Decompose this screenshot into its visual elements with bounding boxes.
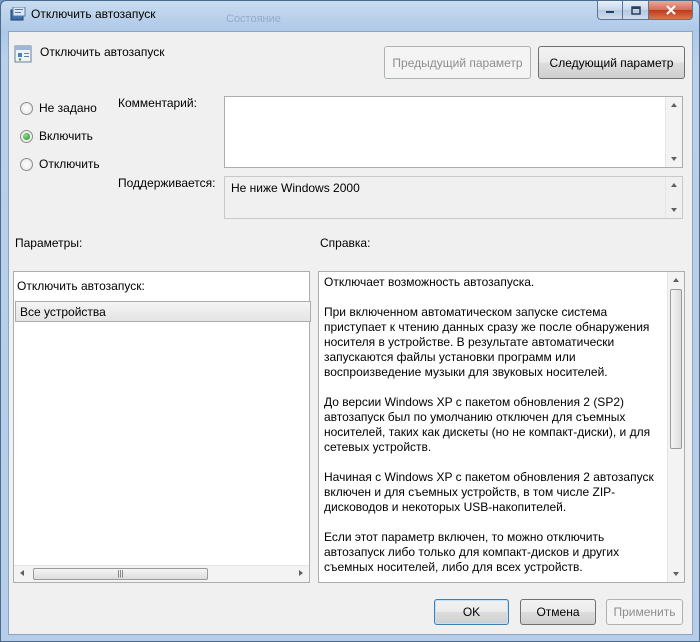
help-scrollbar[interactable] [667,272,684,582]
window-title: Отключить автозапуск [31,7,156,21]
radio-not-configured[interactable]: Не задано [20,101,97,115]
title-bar[interactable]: Отключить автозапуск Состояние [1,1,699,27]
parameters-horizontal-scrollbar[interactable]: ||| [14,565,309,582]
supported-scrollbar[interactable] [665,177,682,218]
ok-button[interactable]: OK [434,599,509,625]
help-paragraph: Отключает возможность автозапуска. [324,275,535,289]
minimize-icon [606,11,614,13]
previous-setting-button[interactable]: Предыдущий параметр [384,46,531,79]
supported-on-field: Не ниже Windows 2000 [224,176,683,219]
devices-dropdown[interactable]: Все устройства [15,301,311,322]
radio-button-checked[interactable] [20,129,33,143]
supported-label: Поддерживается: [118,176,216,190]
maximize-button[interactable] [623,1,649,20]
close-icon [665,5,676,15]
radio-button[interactable] [20,157,33,171]
policy-title: Отключить автозапуск [40,45,165,59]
scroll-down-arrow-icon[interactable] [671,208,677,212]
policy-dialog-window: Отключить автозапуск Состояние Отключить… [0,0,700,642]
next-setting-button[interactable]: Следующий параметр [538,46,685,79]
maximize-icon [630,5,641,15]
scroll-down-arrow-icon[interactable] [671,157,677,161]
scrollbar-thumb[interactable]: ||| [33,568,208,580]
radio-label: Отключить [39,157,100,171]
radio-label: Не задано [39,101,97,115]
scroll-left-arrow-icon[interactable] [20,570,24,576]
comment-label: Комментарий: [118,96,197,110]
scroll-down-arrow-icon[interactable] [673,572,679,576]
close-button[interactable] [649,1,693,20]
dialog-client-area: Отключить автозапуск Предыдущий параметр… [8,31,693,635]
scroll-up-arrow-icon[interactable] [673,278,679,282]
radio-button[interactable] [20,101,33,115]
help-paragraph: При включенном автоматическом запуске си… [324,305,650,379]
background-tab-text: Состояние [226,13,281,25]
supported-value: Не ниже Windows 2000 [231,181,360,195]
policy-window-icon [10,7,26,21]
help-section-label: Справка: [320,236,371,250]
help-paragraph: Если этот параметр включен, то можно отк… [324,530,620,574]
cancel-button[interactable]: Отмена [520,599,596,625]
help-panel: Отключает возможность автозапуска. При в… [318,271,685,583]
scroll-up-arrow-icon[interactable] [671,183,677,187]
parameters-section-label: Параметры: [15,236,83,250]
comment-textarea[interactable] [224,96,683,168]
radio-disabled[interactable]: Отключить [20,157,100,171]
help-text: Отключает возможность автозапуска. При в… [324,275,656,582]
minimize-button[interactable] [597,1,623,20]
help-paragraph: До версии Windows XP с пакетом обновлени… [324,395,651,454]
scrollbar-thumb[interactable] [670,289,682,449]
apply-button[interactable]: Применить [606,599,683,625]
comment-scrollbar[interactable] [665,97,682,167]
scroll-up-arrow-icon[interactable] [671,103,677,107]
policy-settings-icon [14,45,32,63]
parameter-option-label: Отключить автозапуск: [17,279,145,293]
radio-enabled[interactable]: Включить [20,129,93,143]
help-paragraph: Начиная с Windows XP с пакетом обновлени… [324,470,654,514]
scroll-right-arrow-icon[interactable] [299,570,303,576]
radio-label: Включить [39,129,93,143]
parameters-panel: Отключить автозапуск: Все устройства ||| [13,271,311,583]
